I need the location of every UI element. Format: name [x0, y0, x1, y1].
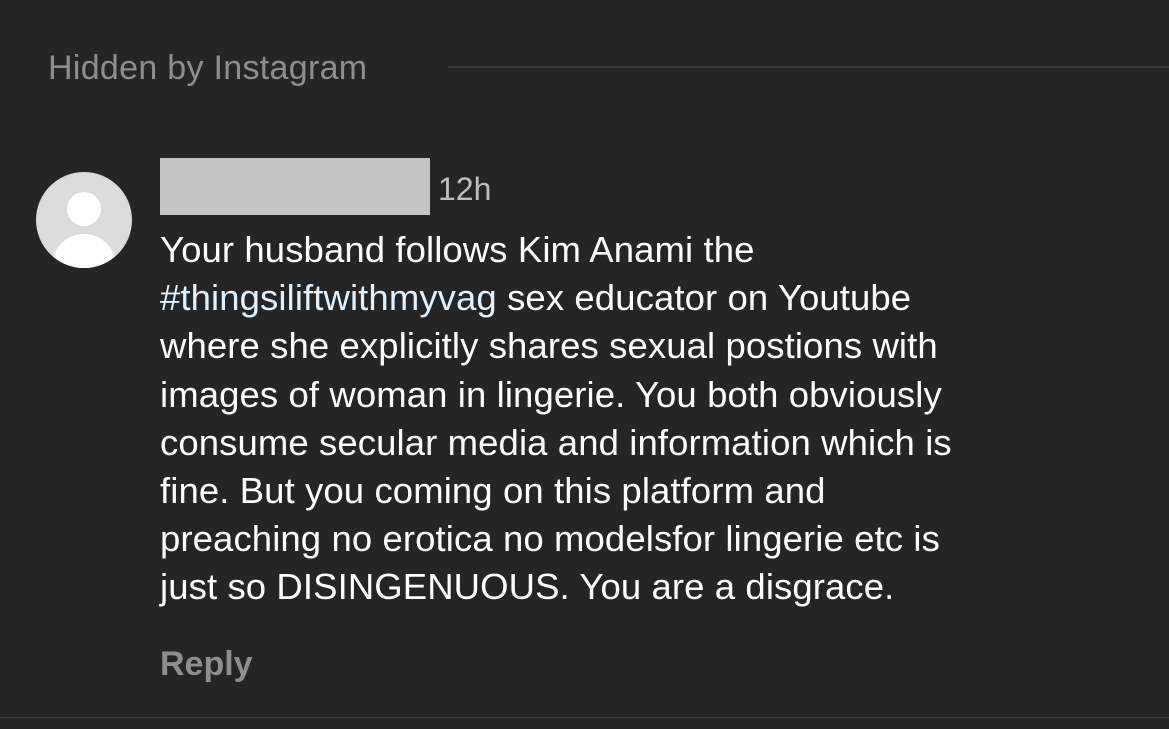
- comment-line: images of woman in lingerie. You both ob…: [160, 373, 942, 415]
- comment-meta: 12h: [160, 158, 1120, 215]
- comment-line: where she explicitly shares sexual posti…: [160, 325, 938, 367]
- hidden-by-instagram-header: Hidden by Instagram: [48, 46, 1169, 90]
- section-divider: [448, 66, 1169, 68]
- comment-line: fine. But you coming on this platform an…: [160, 470, 826, 512]
- bottom-divider: [0, 717, 1169, 718]
- hashtag-link[interactable]: #thingsiliftwithmyvag: [160, 277, 497, 318]
- avatar-body-shape: [52, 234, 116, 268]
- comment-line: #thingsiliftwithmyvag sex educator on Yo…: [160, 277, 912, 319]
- default-user-avatar-icon: [67, 192, 101, 226]
- hidden-by-instagram-label: Hidden by Instagram: [48, 48, 368, 87]
- redacted-username[interactable]: [160, 158, 430, 215]
- comment-line: just so DISINGENUOUS. You are a disgrace…: [160, 566, 895, 608]
- comment-line: preaching no erotica no modelsfor linger…: [160, 518, 940, 560]
- comment-line: consume secular media and information wh…: [160, 421, 952, 463]
- comment-text: Your husband follows Kim Anami the #thin…: [160, 226, 1120, 612]
- comment-content: 12h Your husband follows Kim Anami the #…: [160, 158, 1120, 684]
- comment-timestamp: 12h: [438, 171, 492, 207]
- comment-line: Your husband follows Kim Anami the: [160, 229, 755, 270]
- reply-button[interactable]: Reply: [160, 645, 253, 684]
- avatar[interactable]: [36, 172, 132, 268]
